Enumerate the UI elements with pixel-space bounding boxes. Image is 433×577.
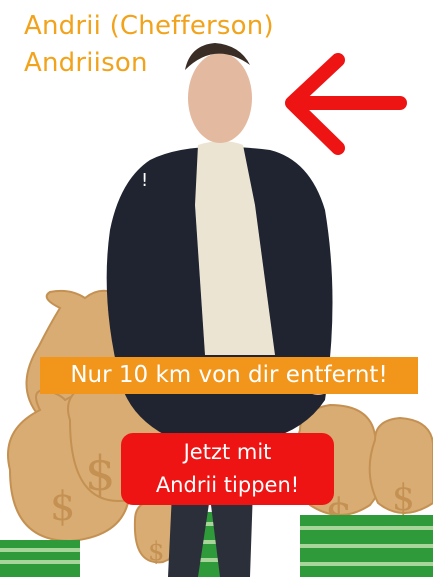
svg-text:!: ! — [141, 170, 148, 191]
cash-stack-icon — [0, 540, 80, 577]
svg-text:$: $ — [392, 478, 415, 519]
cta-line-1: Jetzt mit — [183, 440, 272, 464]
cta-line-2: Andrii tippen! — [155, 473, 300, 497]
svg-text:$: $ — [50, 484, 75, 530]
distance-badge: Nur 10 km von dir entfernt! — [40, 357, 418, 394]
red-arrow-left-icon — [285, 53, 407, 155]
svg-text:$: $ — [148, 537, 165, 567]
tip-with-andrii-button[interactable]: Jetzt mit Andrii tippen! — [121, 433, 334, 505]
svg-text:$: $ — [85, 446, 116, 502]
money-bag-icon: $ — [368, 416, 433, 519]
cash-stack-icon — [300, 515, 433, 577]
